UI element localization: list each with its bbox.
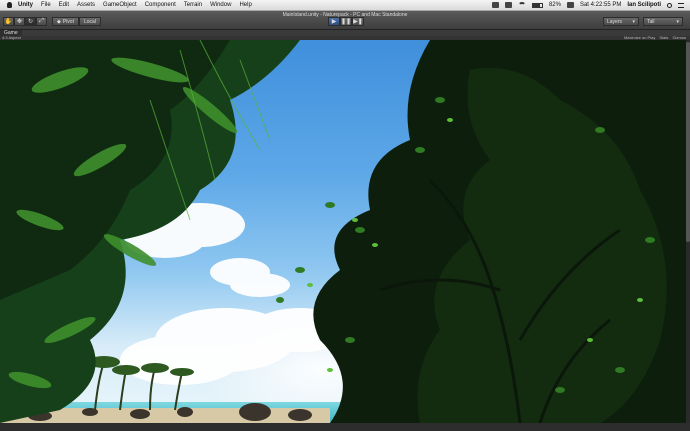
pivot-toggle[interactable]: ◆ Pivot xyxy=(52,17,79,26)
battery-percent: 82% xyxy=(548,2,561,8)
battery-icon[interactable] xyxy=(531,2,543,8)
transform-tools: ✋ ✥ ↻ ⤢ xyxy=(3,17,47,26)
game-scene-render xyxy=(0,40,690,423)
menubar-clock[interactable]: Sat 4:22:55 PM xyxy=(580,2,621,8)
game-viewport[interactable] xyxy=(0,40,690,423)
menubar-user[interactable]: Ian Scilipoti xyxy=(627,2,661,8)
menu-file[interactable]: File xyxy=(37,2,55,8)
scrollbar-thumb[interactable] xyxy=(686,42,690,242)
menu-assets[interactable]: Assets xyxy=(73,2,99,8)
layout-label: Tall xyxy=(647,18,655,25)
layers-label: Layers xyxy=(607,18,623,25)
chevron-down-icon: ▾ xyxy=(632,18,635,25)
volume-icon[interactable] xyxy=(504,2,512,8)
apple-menu-icon[interactable] xyxy=(4,0,14,10)
menu-window[interactable]: Window xyxy=(206,2,235,8)
status-extra-icon[interactable] xyxy=(491,2,499,8)
unity-toolbar: MainIsland.unity - Naturepack - PC and M… xyxy=(0,11,690,30)
local-label: Local xyxy=(83,18,96,25)
pivot-toggles: ◆ Pivot Local xyxy=(52,17,101,26)
menu-app-unity[interactable]: Unity xyxy=(14,2,37,8)
layout-dropdown[interactable]: Tall ▾ xyxy=(643,17,683,26)
layers-dropdown[interactable]: Layers ▾ xyxy=(603,17,639,26)
status-bar xyxy=(0,423,690,431)
chevron-down-icon: ▾ xyxy=(676,18,679,25)
menu-edit[interactable]: Edit xyxy=(55,2,73,8)
play-controls: ▶ ❚❚ ▶❚ xyxy=(328,17,364,26)
rotate-tool-icon[interactable]: ↻ xyxy=(25,17,36,26)
mac-menubar: Unity File Edit Assets GameObject Compon… xyxy=(0,0,690,11)
hand-tool-icon[interactable]: ✋ xyxy=(3,17,14,26)
pivot-icon: ◆ xyxy=(57,18,61,25)
spotlight-search-icon[interactable] xyxy=(667,2,672,8)
move-tool-icon[interactable]: ✥ xyxy=(14,17,25,26)
menu-gameobject[interactable]: GameObject xyxy=(99,2,141,8)
local-toggle[interactable]: Local xyxy=(78,17,101,26)
pause-button-icon[interactable]: ❚❚ xyxy=(340,17,352,26)
pivot-label: Pivot xyxy=(62,18,74,25)
scale-tool-icon[interactable]: ⤢ xyxy=(36,17,47,26)
play-button-icon[interactable]: ▶ xyxy=(328,17,340,26)
menu-component[interactable]: Component xyxy=(141,2,180,8)
menu-terrain[interactable]: Terrain xyxy=(180,2,206,8)
flag-icon[interactable] xyxy=(566,2,574,8)
step-button-icon[interactable]: ▶❚ xyxy=(352,17,364,26)
wifi-icon[interactable] xyxy=(517,2,526,8)
menu-help[interactable]: Help xyxy=(235,2,255,8)
vertical-scrollbar[interactable] xyxy=(686,40,690,423)
notification-list-icon[interactable] xyxy=(678,2,684,8)
